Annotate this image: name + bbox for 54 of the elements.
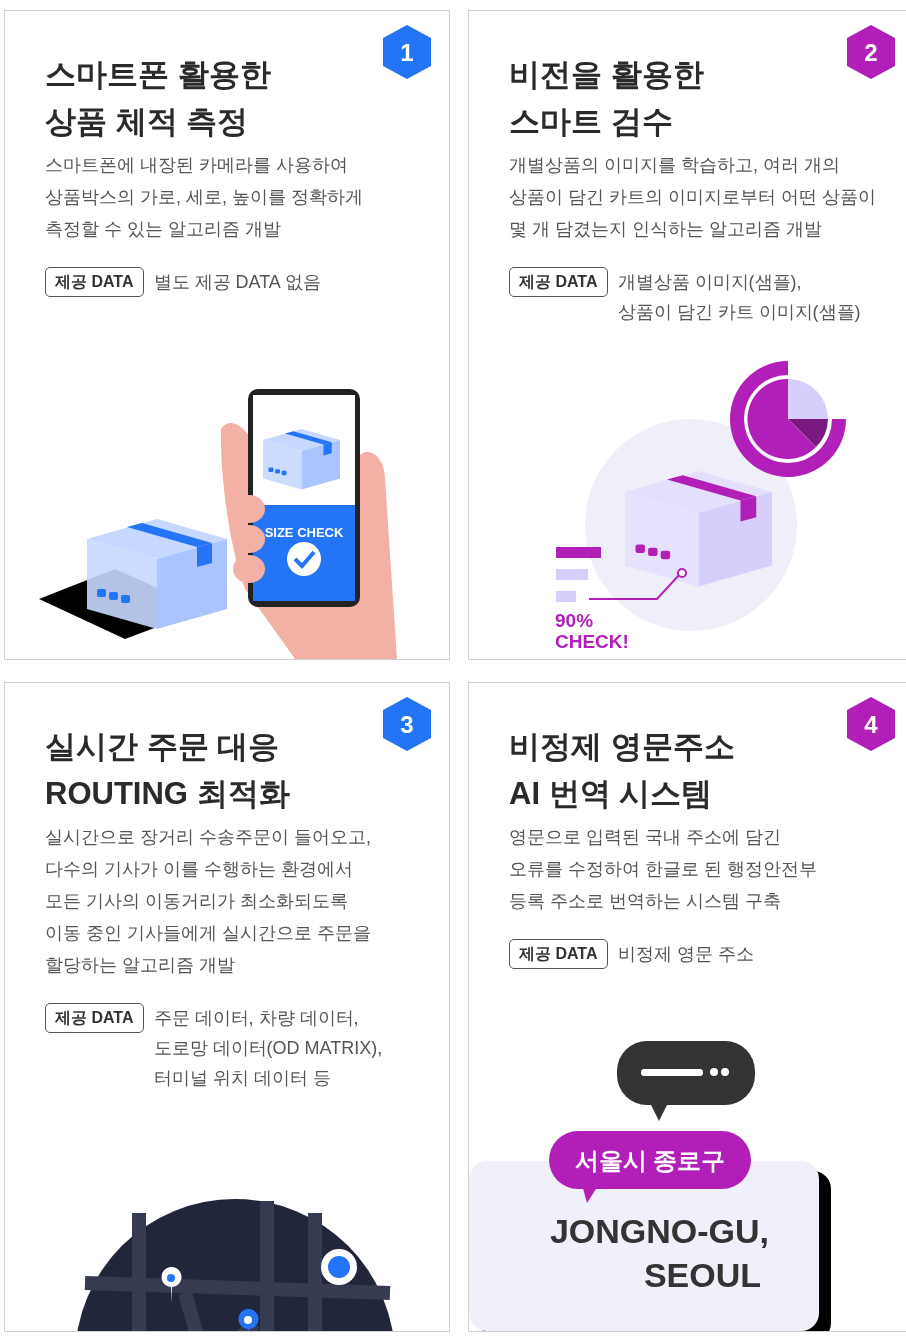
card-title: ROUTING 최적화 <box>45 775 290 813</box>
bar-icon <box>556 569 588 580</box>
data-description: 별도 제공 DATA 없음 <box>153 271 321 294</box>
size-check-label: SIZE CHECK <box>264 525 344 540</box>
location-dot-icon <box>321 1249 357 1285</box>
description-text: 개별상품의 이미지를 학습하고, 여러 개의 <box>509 154 841 177</box>
speech-bubble-icon <box>617 1041 755 1121</box>
number-badge: 2 <box>847 25 895 79</box>
description-text: 상품이 담긴 카트의 이미지로부터 어떤 상품이 <box>509 186 877 209</box>
korean-address: 서울시 종로구 <box>574 1147 726 1174</box>
bar-icon <box>556 547 601 558</box>
card-title: 비정제 영문주소 <box>509 728 735 766</box>
data-description: 상품이 담긴 카트 이미지(샘플) <box>617 301 861 324</box>
english-address: SEOUL <box>643 1256 761 1294</box>
data-description: 도로망 데이터(OD MATRIX), <box>153 1037 383 1060</box>
description-text: 스마트폰에 내장된 카메라를 사용하여 <box>45 154 349 177</box>
number-badge: 3 <box>383 697 431 751</box>
card-title: AI 번역 시스템 <box>509 775 713 813</box>
card-title: 스마트폰 활용한 <box>45 56 271 94</box>
number-badge: 1 <box>383 25 431 79</box>
card-title: 실시간 주문 대응 <box>45 728 280 766</box>
number-badge: 4 <box>847 697 895 751</box>
check-label: CHECK! <box>555 631 629 652</box>
english-address: JONGNO-GU, <box>549 1212 769 1250</box>
description-text: 상품박스의 가로, 세로, 높이를 정확하게 <box>45 186 364 209</box>
data-tag: 제공 DATA <box>45 1003 144 1033</box>
box-icon <box>625 471 772 587</box>
data-description: 터미널 위치 데이터 등 <box>153 1067 332 1090</box>
point-icon <box>677 568 687 578</box>
percent-label: 90% <box>555 610 594 631</box>
description-text: 모든 기사의 이동거리가 최소화되도록 <box>45 890 349 913</box>
card-title: 스마트 검수 <box>509 103 673 141</box>
bar-icon <box>556 591 576 602</box>
description-text: 등록 주소로 번역하는 시스템 구축 <box>509 890 782 913</box>
data-tag: 제공 DATA <box>509 939 608 969</box>
description-text: 영문으로 입력된 국내 주소에 담긴 <box>509 826 782 849</box>
description-text: 이동 중인 기사들에게 실시간으로 주문을 <box>45 922 372 945</box>
box-icon <box>263 429 340 490</box>
data-description: 주문 데이터, 차량 데이터, <box>153 1007 360 1030</box>
data-description: 비정제 영문 주소 <box>617 943 754 966</box>
description-text: 다수의 기사가 이를 수행하는 환경에서 <box>45 858 354 881</box>
description-text: 오류를 수정하여 한글로 된 행정안전부 <box>509 858 818 881</box>
data-tag: 제공 DATA <box>45 267 144 297</box>
donut-chart-icon <box>730 361 846 477</box>
finger-icon <box>233 555 265 583</box>
box-icon <box>87 519 227 629</box>
card-title: 상품 체적 측정 <box>45 103 249 141</box>
description-text: 몇 개 담겼는지 인식하는 알고리즘 개발 <box>509 218 823 241</box>
data-description: 개별상품 이미지(샘플), <box>617 271 803 294</box>
description-text: 측정할 수 있는 알고리즘 개발 <box>45 218 282 241</box>
data-tag: 제공 DATA <box>509 267 608 297</box>
description-text: 실시간으로 장거리 수송주문이 들어오고, <box>45 826 372 849</box>
card-title: 비전을 활용한 <box>509 56 704 94</box>
description-text: 할당하는 알고리즘 개발 <box>45 954 236 977</box>
